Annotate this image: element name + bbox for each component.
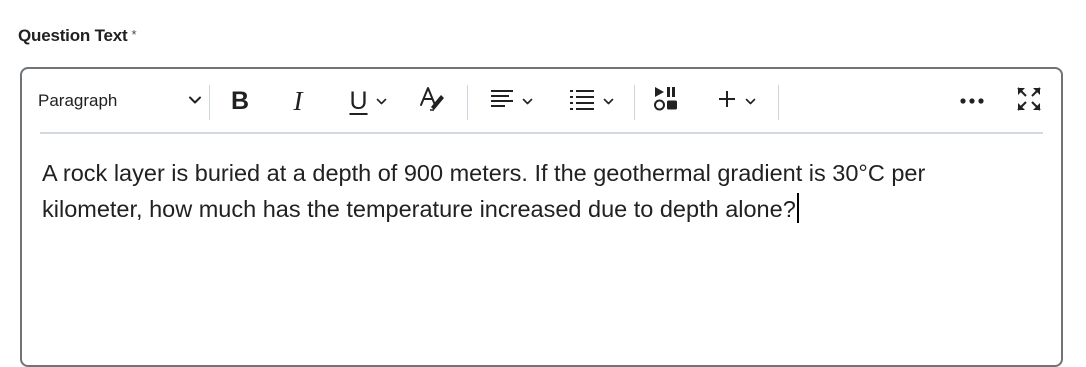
underline-button[interactable]: U: [338, 83, 398, 119]
insert-media-button[interactable]: [648, 83, 684, 119]
list-button[interactable]: [561, 83, 621, 119]
field-label: Question Text *: [18, 26, 137, 46]
chevron-down-icon: [745, 96, 756, 107]
block-format-value: Paragraph: [38, 91, 118, 110]
insert-button[interactable]: [706, 83, 766, 119]
text-color-icon: [417, 85, 447, 118]
insert-media-icon: [652, 85, 680, 118]
align-button[interactable]: [481, 83, 541, 119]
toolbar-divider: [209, 85, 210, 120]
fullscreen-icon: [1016, 86, 1042, 117]
add-icon: [717, 89, 737, 114]
toolbar-divider: [778, 85, 779, 120]
underline-label: U: [349, 86, 368, 115]
italic-button[interactable]: I: [285, 83, 311, 119]
toolbar-divider: [634, 85, 635, 120]
chevron-down-icon: [188, 93, 202, 112]
toolbar-divider: [467, 85, 468, 120]
required-marker: *: [131, 27, 137, 42]
list-icon: [569, 87, 595, 116]
editor-content[interactable]: A rock layer is buried at a depth of 900…: [42, 155, 1032, 227]
fullscreen-button[interactable]: [1012, 83, 1046, 119]
more-options-button[interactable]: [955, 83, 989, 119]
text-cursor: [796, 193, 799, 223]
rich-text-editor[interactable]: Paragraph B I U A rock layer is buried a…: [20, 67, 1063, 367]
more-icon: [959, 92, 985, 110]
bold-label: B: [230, 86, 250, 115]
bold-button[interactable]: B: [225, 83, 255, 119]
question-text: A rock layer is buried at a depth of 900…: [42, 160, 926, 222]
editor-toolbar: Paragraph B I U: [22, 69, 1061, 134]
field-label-text: Question Text: [18, 26, 128, 45]
chevron-down-icon: [603, 96, 614, 107]
toolbar-separator: [40, 132, 1043, 134]
text-color-button[interactable]: [414, 83, 450, 119]
block-format-select[interactable]: Paragraph: [36, 83, 206, 119]
align-icon: [490, 87, 514, 116]
chevron-down-icon: [522, 96, 533, 107]
italic-label: I: [293, 85, 303, 116]
chevron-down-icon: [376, 96, 387, 107]
